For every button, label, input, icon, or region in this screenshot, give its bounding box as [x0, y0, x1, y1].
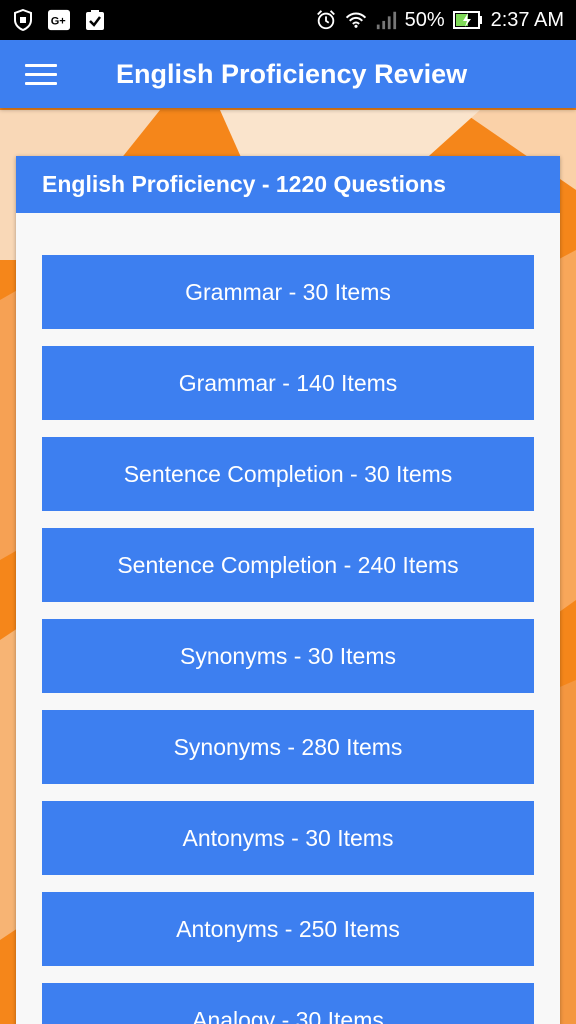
- quiz-button-synonyms-30[interactable]: Synonyms - 30 Items: [42, 619, 534, 693]
- clipboard-check-icon: [84, 9, 106, 31]
- google-plus-icon: G+: [48, 9, 70, 31]
- quiz-button-antonyms-30[interactable]: Antonyms - 30 Items: [42, 801, 534, 875]
- clock: 2:37 AM: [490, 8, 564, 31]
- quiz-button-sentence-completion-240[interactable]: Sentence Completion - 240 Items: [42, 528, 534, 602]
- quiz-button-sentence-completion-30[interactable]: Sentence Completion - 30 Items: [42, 437, 534, 511]
- battery-charging-icon: [452, 10, 483, 30]
- app-bar: English Proficiency Review: [0, 40, 576, 108]
- shield-icon: [12, 9, 34, 31]
- quiz-card: English Proficiency - 1220 Questions Gra…: [16, 156, 560, 1024]
- battery-percent: 50%: [404, 8, 445, 31]
- card-title: English Proficiency - 1220 Questions: [16, 156, 560, 213]
- quiz-button-synonyms-280[interactable]: Synonyms - 280 Items: [42, 710, 534, 784]
- svg-text:G+: G+: [51, 16, 66, 28]
- quiz-button-grammar-140[interactable]: Grammar - 140 Items: [42, 346, 534, 420]
- quiz-button-analogy-30[interactable]: Analogy - 30 Items: [42, 983, 534, 1024]
- quiz-button-grammar-30[interactable]: Grammar - 30 Items: [42, 255, 534, 329]
- hamburger-menu-icon[interactable]: [0, 40, 82, 108]
- signal-icon: [375, 9, 397, 31]
- wifi-icon: [345, 9, 367, 31]
- app-title: English Proficiency Review: [116, 58, 468, 89]
- status-bar: G+ 50% 2:37 AM: [0, 0, 576, 40]
- alarm-icon: [315, 9, 337, 31]
- quiz-list: Grammar - 30 Items Grammar - 140 Items S…: [16, 213, 560, 1024]
- quiz-button-antonyms-250[interactable]: Antonyms - 250 Items: [42, 892, 534, 966]
